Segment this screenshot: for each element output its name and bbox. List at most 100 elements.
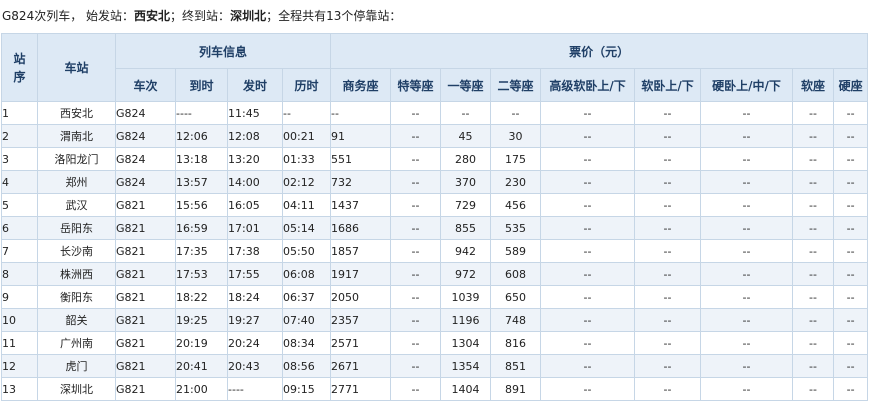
fare-hard-sleeper: -- (700, 170, 794, 194)
fare-deluxe-sleeper: -- (540, 354, 636, 378)
cell-depart: 11:45 (227, 101, 283, 125)
fare-soft-seat: -- (792, 354, 835, 378)
fare-premium: -- (390, 308, 442, 332)
cell-station: 渭南北 (37, 124, 116, 148)
train-summary: G824次列车， 始发站：西安北；终到站：深圳北；全程共有13个停靠站： (0, 0, 869, 33)
cell-station: 武汉 (37, 193, 116, 217)
cell-seq: 2 (1, 124, 38, 148)
cell-seq: 13 (1, 377, 38, 401)
cell-arrive: 16:59 (175, 216, 228, 240)
header-seat-business: 商务座 (330, 68, 392, 102)
cell-arrive: 17:35 (175, 239, 228, 263)
cell-depart: 20:24 (227, 331, 283, 355)
fare-hard-seat: -- (833, 170, 869, 194)
cell-station: 深圳北 (37, 377, 116, 401)
origin-station: 西安北 (134, 9, 171, 23)
fare-hard-seat: -- (833, 124, 869, 148)
cell-station: 衡阳东 (37, 285, 116, 309)
fare-first: 972 (440, 262, 492, 286)
fare-premium: -- (390, 216, 442, 240)
fare-deluxe-sleeper: -- (540, 331, 636, 355)
fare-premium: -- (390, 354, 442, 378)
cell-arrive: ---- (175, 101, 228, 125)
cell-seq: 11 (1, 331, 38, 355)
cell-seq: 6 (1, 216, 38, 240)
cell-arrive: 13:18 (175, 147, 228, 171)
fare-first: 1039 (440, 285, 492, 309)
cell-elapsed: 08:34 (281, 331, 332, 355)
cell-elapsed: 05:14 (281, 216, 332, 240)
fare-hard-seat: -- (833, 354, 869, 378)
fare-soft-sleeper: -- (634, 124, 702, 148)
cell-depart: 19:27 (227, 308, 283, 332)
cell-station: 虎门 (37, 354, 116, 378)
cell-arrive: 20:19 (175, 331, 228, 355)
fare-second: 650 (490, 285, 542, 309)
fare-deluxe-sleeper: -- (540, 147, 636, 171)
cell-arrive: 20:41 (175, 354, 228, 378)
table-row: 5 武汉 G821 15:56 16:05 04:11 1437 -- 729 456 -- -- --… (1, 193, 869, 217)
fare-deluxe-sleeper: -- (540, 124, 636, 148)
header-train-no: 车次 (115, 68, 176, 102)
cell-depart: 12:08 (227, 124, 283, 148)
cell-depart: ---- (227, 377, 283, 401)
fare-soft-seat: -- (792, 147, 835, 171)
fare-deluxe-sleeper: -- (540, 101, 636, 125)
cell-depart: 17:01 (227, 216, 283, 240)
fare-soft-sleeper: -- (634, 262, 702, 286)
header-arrive: 到时 (175, 68, 228, 102)
fare-hard-seat: -- (833, 147, 869, 171)
cell-train-no: G821 (115, 331, 176, 355)
fare-soft-seat: -- (792, 124, 835, 148)
cell-elapsed: 09:15 (281, 377, 332, 401)
cell-station: 株洲西 (37, 262, 116, 286)
table-row: 4 郑州 G824 13:57 14:00 02:12 732 -- 370 230 -- -- -- -… (1, 170, 869, 194)
table-row: 6 岳阳东 G821 16:59 17:01 05:14 1686 -- 855 535 -- -- -… (1, 216, 869, 240)
fare-second: 535 (490, 216, 542, 240)
summary-stop-count: ；全程共有13个停靠站： (266, 9, 402, 23)
summary-intro: G824次列车， 始发站： (2, 9, 135, 23)
fare-soft-seat: -- (792, 170, 835, 194)
fare-second: -- (490, 101, 542, 125)
table-row: 1 西安北 G824 ---- 11:45 -- -- -- -- -- -- -- -- -- -- (1, 101, 869, 125)
fare-second: 230 (490, 170, 542, 194)
fare-second: 175 (490, 147, 542, 171)
fare-business: 551 (330, 147, 392, 171)
cell-station: 岳阳东 (37, 216, 116, 240)
cell-station: 西安北 (37, 101, 116, 125)
header-seat-soft-seat: 软座 (792, 68, 835, 102)
cell-elapsed: 07:40 (281, 308, 332, 332)
cell-arrive: 15:56 (175, 193, 228, 217)
header-seat-deluxe-sleeper: 高级软卧上/下 (540, 68, 636, 102)
cell-train-no: G821 (115, 216, 176, 240)
cell-elapsed: 01:33 (281, 147, 332, 171)
header-seat-hard-sleeper: 硬卧上/中/下 (700, 68, 794, 102)
cell-train-no: G821 (115, 377, 176, 401)
fare-soft-seat: -- (792, 239, 835, 263)
fare-premium: -- (390, 285, 442, 309)
fare-premium: -- (390, 262, 442, 286)
table-row: 9 衡阳东 G821 18:22 18:24 06:37 2050 -- 1039 650 -- --… (1, 285, 869, 309)
fare-premium: -- (390, 239, 442, 263)
fare-second: 816 (490, 331, 542, 355)
fare-soft-sleeper: -- (634, 285, 702, 309)
fare-hard-seat: -- (833, 377, 869, 401)
fare-hard-seat: -- (833, 262, 869, 286)
cell-train-no: G824 (115, 101, 176, 125)
fare-hard-seat: -- (833, 308, 869, 332)
fare-second: 851 (490, 354, 542, 378)
fare-premium: -- (390, 124, 442, 148)
cell-seq: 10 (1, 308, 38, 332)
fare-second: 589 (490, 239, 542, 263)
fare-business: 1686 (330, 216, 392, 240)
fare-soft-seat: -- (792, 377, 835, 401)
summary-terminus-label: ；终到站： (170, 9, 231, 23)
terminus-station: 深圳北 (230, 9, 267, 23)
fare-business: 1857 (330, 239, 392, 263)
schedule-fare-table: 站序 车站 列车信息 票价（元） 车次 到时 发时 历时 商务座 特等座 一等座… (1, 33, 869, 401)
fare-soft-sleeper: -- (634, 101, 702, 125)
fare-second: 608 (490, 262, 542, 286)
fare-first: 1404 (440, 377, 492, 401)
cell-seq: 1 (1, 101, 38, 125)
header-elapsed: 历时 (281, 68, 332, 102)
